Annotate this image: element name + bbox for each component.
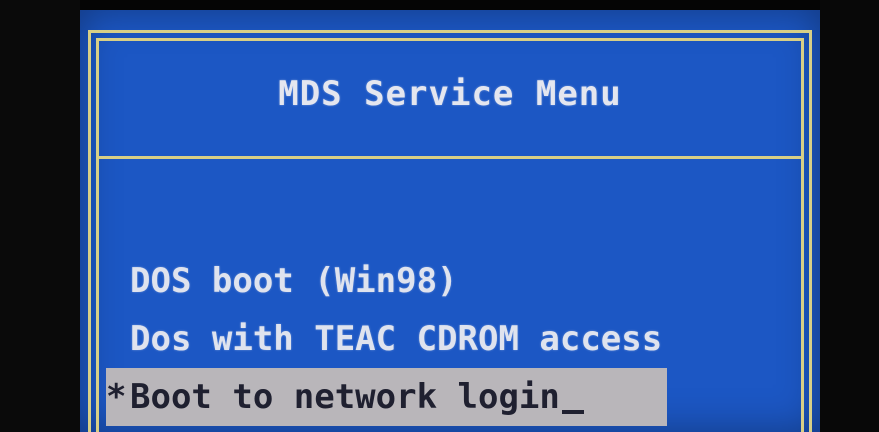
monitor-bezel-right: [820, 0, 879, 432]
menu-item-label: DOS boot (Win98): [130, 261, 458, 301]
title-divider: [99, 156, 801, 159]
menu-title: MDS Service Menu: [278, 74, 622, 114]
menu-item-dos-cdrom[interactable]: Dos with TEAC CDROM access: [106, 310, 806, 368]
boot-menu-window: MDS Service Menu DOS boot (Win98) Dos wi…: [80, 10, 820, 432]
menu-item-label: Dos with TEAC CDROM access: [130, 319, 663, 359]
selection-marker: *: [106, 377, 127, 417]
text-cursor: [561, 410, 584, 414]
screen: MDS Service Menu DOS boot (Win98) Dos wi…: [0, 0, 879, 432]
menu-item-label: Boot to network login: [130, 377, 560, 417]
menu-item-network-login[interactable]: * Boot to network login: [106, 368, 667, 426]
monitor-bezel-left: [0, 0, 80, 432]
menu-item-dos-boot[interactable]: DOS boot (Win98): [106, 252, 806, 310]
boot-options-list: DOS boot (Win98) Dos with TEAC CDROM acc…: [106, 252, 806, 426]
